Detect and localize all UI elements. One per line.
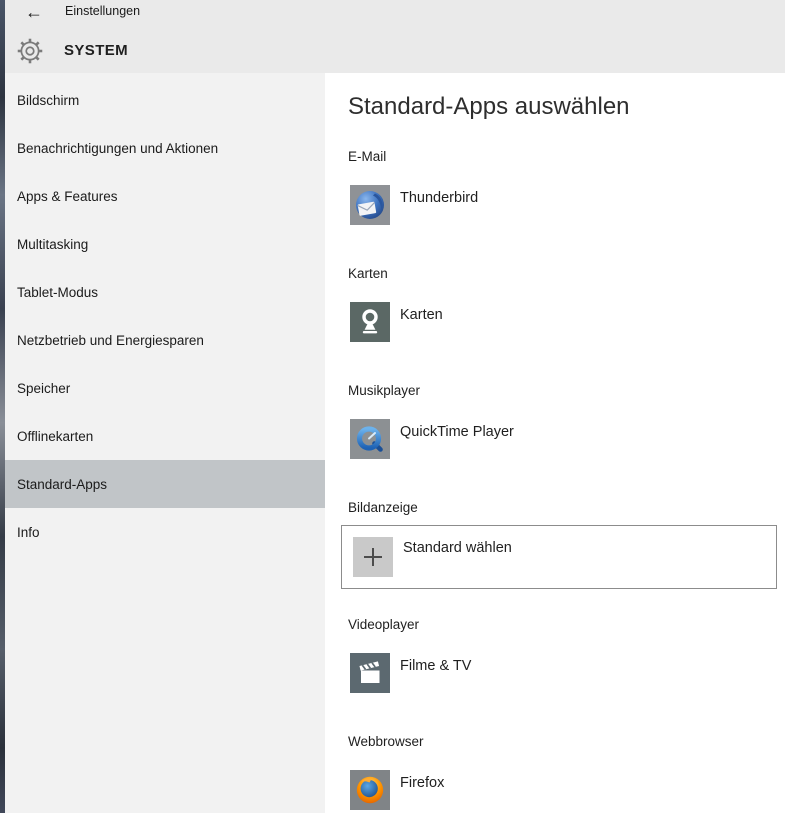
section-webbrowser: Webbrowser [325,734,785,825]
sidebar: Bildschirm Benachrichtigungen und Aktion… [5,73,325,813]
sidebar-item-tablet-modus[interactable]: Tablet-Modus [5,268,325,316]
quicktime-icon [350,419,390,459]
sidebar-item-label: Tablet-Modus [17,285,98,300]
sidebar-item-offlinekarten[interactable]: Offlinekarten [5,412,325,460]
choose-default-button[interactable]: Standard wählen [341,525,777,589]
sidebar-item-netzbetrieb[interactable]: Netzbetrieb und Energiesparen [5,316,325,364]
category-label-webbrowser: Webbrowser [348,734,424,749]
sidebar-item-label: Benachrichtigungen und Aktionen [17,141,218,156]
map-pin-icon [350,302,390,342]
app-button-filme-tv[interactable]: Filme & TV [350,653,471,693]
header-app-name: Einstellungen [65,4,140,18]
app-name: Thunderbird [400,190,478,206]
sidebar-item-multitasking[interactable]: Multitasking [5,220,325,268]
choose-default-label: Standard wählen [403,540,512,556]
settings-window: ← Einstellungen SYSTEM Bilds [0,0,785,825]
back-arrow-icon: ← [25,2,43,22]
sidebar-item-speicher[interactable]: Speicher [5,364,325,412]
app-button-thunderbird[interactable]: Thunderbird [350,185,478,225]
section-bildanzeige: Bildanzeige Standard wählen [325,500,785,617]
sidebar-item-label: Netzbetrieb und Energiesparen [17,333,204,348]
sidebar-item-standard-apps[interactable]: Standard-Apps [5,460,325,508]
app-button-firefox[interactable]: Firefox [350,770,444,810]
back-button[interactable]: ← [19,0,49,24]
main-content: Standard-Apps auswählen E-Mail [325,73,785,825]
sidebar-item-benachrichtigungen[interactable]: Benachrichtigungen und Aktionen [5,124,325,172]
sidebar-item-label: Standard-Apps [17,477,107,492]
category-label-email: E-Mail [348,149,386,164]
section-email: E-Mail [325,149,785,266]
category-label-karten: Karten [348,266,388,281]
sidebar-item-label: Apps & Features [17,189,118,204]
sidebar-item-label: Multitasking [17,237,88,252]
app-name: QuickTime Player [400,424,514,440]
settings-header: ← Einstellungen SYSTEM [5,0,785,73]
sidebar-item-label: Speicher [17,381,70,396]
plus-icon [353,537,393,577]
sidebar-item-label: Offlinekarten [17,429,93,444]
sidebar-item-bildschirm[interactable]: Bildschirm [5,76,325,124]
clapperboard-icon [350,653,390,693]
app-name: Filme & TV [400,658,471,674]
firefox-icon [350,770,390,810]
thunderbird-icon [350,185,390,225]
gear-icon [16,37,44,65]
sidebar-item-label: Info [17,525,40,540]
app-button-quicktime[interactable]: QuickTime Player [350,419,514,459]
app-name: Firefox [400,775,444,791]
app-button-karten[interactable]: Karten [350,302,443,342]
section-karten: Karten Karten [325,266,785,383]
page-title: SYSTEM [64,42,128,59]
section-videoplayer: Videoplayer Filme & TV [325,617,785,734]
category-label-videoplayer: Videoplayer [348,617,419,632]
category-label-musikplayer: Musikplayer [348,383,420,398]
app-name: Karten [400,307,443,323]
sidebar-item-info[interactable]: Info [5,508,325,556]
content-title: Standard-Apps auswählen [348,93,630,121]
category-label-bildanzeige: Bildanzeige [348,500,418,515]
sidebar-item-label: Bildschirm [17,93,79,108]
section-musikplayer: Musikplayer QuickTime Player [325,383,785,500]
sidebar-item-apps-features[interactable]: Apps & Features [5,172,325,220]
